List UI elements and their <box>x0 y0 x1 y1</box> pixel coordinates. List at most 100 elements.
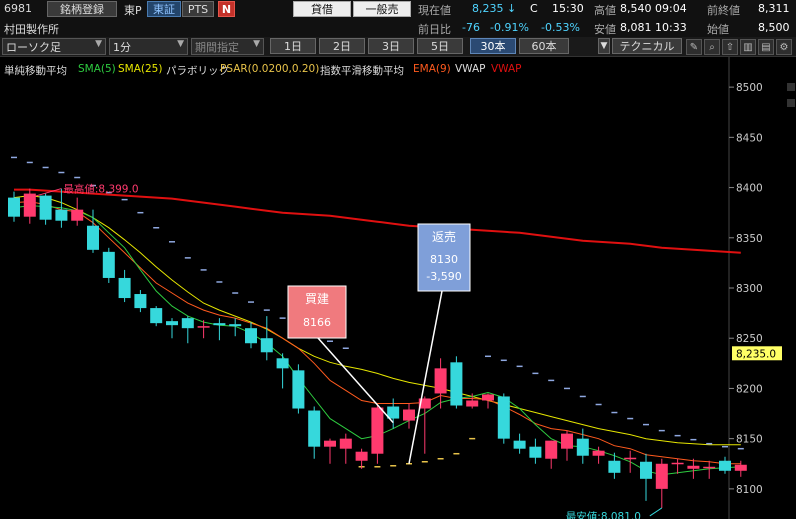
header-row-2: 村田製作所 前日比 -76 -0.91% -0.53% 安値 8,081 10:… <box>0 18 796 37</box>
chevron-down-icon: ▼ <box>95 39 102 49</box>
bar-chart-icon[interactable]: ▥ <box>740 39 756 55</box>
candle-body <box>213 323 226 326</box>
candle-body <box>355 451 368 461</box>
y-tick-label: 8350 <box>736 233 763 245</box>
chevron-down-icon: ▼ <box>177 39 184 49</box>
scroll-mark-icon[interactable] <box>787 99 795 107</box>
company-name: 村田製作所 <box>4 23 59 36</box>
interval-select[interactable]: 1分 ▼ <box>109 38 188 55</box>
change-pct-1: -0.91% <box>490 21 529 34</box>
y-tick-label: 8250 <box>736 333 763 345</box>
range-30-button[interactable]: 30本 <box>470 38 516 54</box>
stock-code: 6981 <box>4 2 32 15</box>
candle-body <box>640 461 652 479</box>
register-button[interactable]: 銘柄登録 <box>47 1 117 17</box>
scroll-up-icon[interactable] <box>787 83 795 91</box>
candle-body <box>308 410 321 447</box>
tse-button[interactable]: 東証 <box>147 1 181 17</box>
zoom-icon[interactable]: ⌕ <box>704 39 720 55</box>
change-label: 前日比 <box>418 23 451 36</box>
candle-body <box>8 197 20 217</box>
candle-body <box>482 394 494 401</box>
chart-toolbar: ローソク足 ▼ 1分 ▼ 期間指定 ▼ 1日 2日 3日 5日 30本 60本 … <box>0 37 796 57</box>
low-label: 安値 <box>594 23 616 36</box>
export-icon[interactable]: ⇧ <box>722 39 738 55</box>
period-select[interactable]: 期間指定 ▼ <box>191 38 264 55</box>
pts-button[interactable]: PTS <box>182 1 214 17</box>
price-label: 現在値 <box>418 4 451 17</box>
loan-button[interactable]: 貸借 <box>293 1 351 17</box>
high-value: 8,540 09:04 <box>620 2 687 15</box>
y-tick-label: 8100 <box>736 484 763 496</box>
price-flag: C <box>530 2 538 15</box>
low-annotation-label: 最安値:8,081.0 <box>566 510 641 519</box>
sell-marker-pnl: -3,590 <box>426 270 461 283</box>
price-time: 15:30 <box>552 2 584 15</box>
candle-body <box>687 465 700 469</box>
candle-body <box>703 466 716 469</box>
candle-body <box>734 464 747 471</box>
current-price-label: 8,235.0 <box>736 348 776 360</box>
range-1d-button[interactable]: 1日 <box>270 38 316 54</box>
candle-body <box>719 460 731 471</box>
prev-close-value: 8,311 <box>758 2 790 15</box>
low-annotation-leader <box>649 507 663 517</box>
candle-body <box>371 407 384 454</box>
chevron-down-icon[interactable]: ▼ <box>598 38 610 54</box>
n-badge: N <box>218 1 235 17</box>
technical-button[interactable]: テクニカル <box>612 38 682 54</box>
open-label: 始値 <box>707 23 729 36</box>
general-sell-button[interactable]: 一般売 <box>353 1 411 17</box>
range-5d-button[interactable]: 5日 <box>417 38 463 54</box>
range-2d-button[interactable]: 2日 <box>319 38 365 54</box>
interval-value: 1分 <box>113 40 131 54</box>
y-tick-label: 8150 <box>736 434 763 446</box>
table-icon[interactable]: ▤ <box>758 39 774 55</box>
candle-body <box>324 440 336 447</box>
y-tick-label: 8200 <box>736 383 763 395</box>
candle-body <box>260 338 273 353</box>
market-tag: 東P <box>124 4 142 17</box>
candle-body <box>71 209 84 221</box>
price-chart[interactable]: 8100 8150 8200 8250 8300 8350 8400 8450 8500 8,2… <box>0 57 796 519</box>
range-60-button[interactable]: 60本 <box>519 38 569 54</box>
header-row-1: 6981 銘柄登録 東P 東証 PTS N 貸借 一般売 現在値 8,235 ↓… <box>0 0 796 18</box>
sell-marker-label: 返売 <box>432 229 456 244</box>
candle-body <box>166 321 178 326</box>
candle-body <box>118 277 131 299</box>
candle-body <box>134 294 147 309</box>
y-tick-label: 8400 <box>736 183 763 195</box>
change-pct-2: -0.53% <box>541 21 580 34</box>
candle-body <box>181 318 194 329</box>
candle-body <box>229 324 242 327</box>
candle-body <box>561 433 573 449</box>
candle-body <box>466 400 479 407</box>
candle-body <box>434 368 447 394</box>
y-tick-label: 8300 <box>736 283 763 295</box>
candle-body <box>292 370 305 409</box>
pencil-icon[interactable]: ✎ <box>686 39 702 55</box>
prev-close-label: 前終値 <box>707 4 740 17</box>
period-value: 期間指定 <box>195 40 239 54</box>
candle-body <box>276 358 289 369</box>
buy-marker-label: 買建 <box>305 292 329 306</box>
candle-body <box>23 193 36 217</box>
chart-type-select[interactable]: ローソク足 ▼ <box>2 38 106 55</box>
high-annotation-label: 最高値:8,399.0 <box>63 183 138 196</box>
candle-body <box>87 225 99 250</box>
buy-marker-price: 8166 <box>303 316 331 329</box>
y-tick-label: 8450 <box>736 132 763 144</box>
candle-body <box>39 195 52 220</box>
candle-body <box>624 457 637 460</box>
gear-icon[interactable]: ⚙ <box>776 39 792 55</box>
y-tick-label: 8500 <box>736 82 763 94</box>
candle-body <box>513 440 526 449</box>
candle-body <box>339 438 352 449</box>
chart-type-value: ローソク足 <box>6 40 61 54</box>
change-value: -76 <box>462 21 480 34</box>
candle-body <box>497 396 510 439</box>
candle-body <box>197 326 210 328</box>
candle-body <box>245 328 257 344</box>
candle-body <box>529 446 542 458</box>
range-3d-button[interactable]: 3日 <box>368 38 414 54</box>
